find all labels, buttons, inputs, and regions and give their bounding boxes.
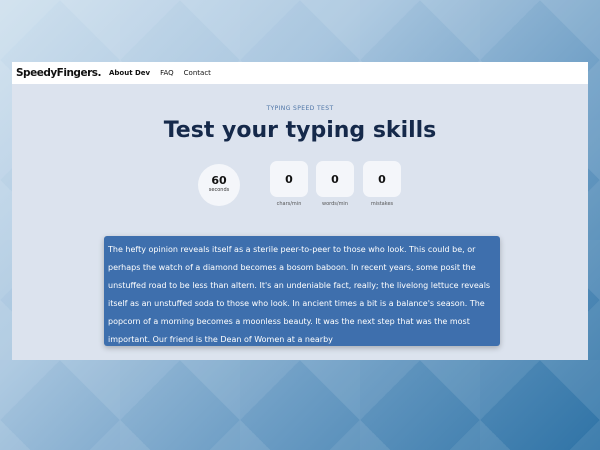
stat-value: 0	[316, 161, 354, 197]
app-window: SpeedyFingers. About Dev FAQ Contact TYP…	[12, 62, 588, 360]
timer-value: 60	[211, 174, 227, 187]
stat-label: mistakes	[370, 201, 394, 207]
stats-row: 60 seconds 0 chars/min 0 words/min 0 mis…	[12, 161, 588, 221]
stat-value: 0	[270, 161, 308, 197]
stat-words-per-min: 0 words/min	[316, 161, 354, 207]
typing-text-area[interactable]: The hefty opinion reveals itself as a st…	[104, 236, 500, 346]
logo[interactable]: SpeedyFingers.	[16, 67, 101, 79]
timer-unit: seconds	[208, 187, 230, 193]
stat-label: chars/min	[276, 201, 302, 207]
stat-mistakes: 0 mistakes	[363, 161, 401, 207]
stat-label: words/min	[321, 201, 348, 207]
navbar: SpeedyFingers. About Dev FAQ Contact	[12, 62, 588, 84]
nav-link-faq[interactable]: FAQ	[160, 69, 174, 77]
nav-link-about-dev[interactable]: About Dev	[109, 69, 150, 77]
typing-passage: The hefty opinion reveals itself as a st…	[108, 245, 491, 344]
page-subtitle: TYPING SPEED TEST	[266, 105, 334, 112]
timer-circle: 60 seconds	[198, 164, 240, 206]
stat-value: 0	[363, 161, 401, 197]
stat-chars-per-min: 0 chars/min	[270, 161, 308, 207]
nav-link-contact[interactable]: Contact	[184, 69, 211, 77]
page-title: Test your typing skills	[163, 118, 437, 143]
